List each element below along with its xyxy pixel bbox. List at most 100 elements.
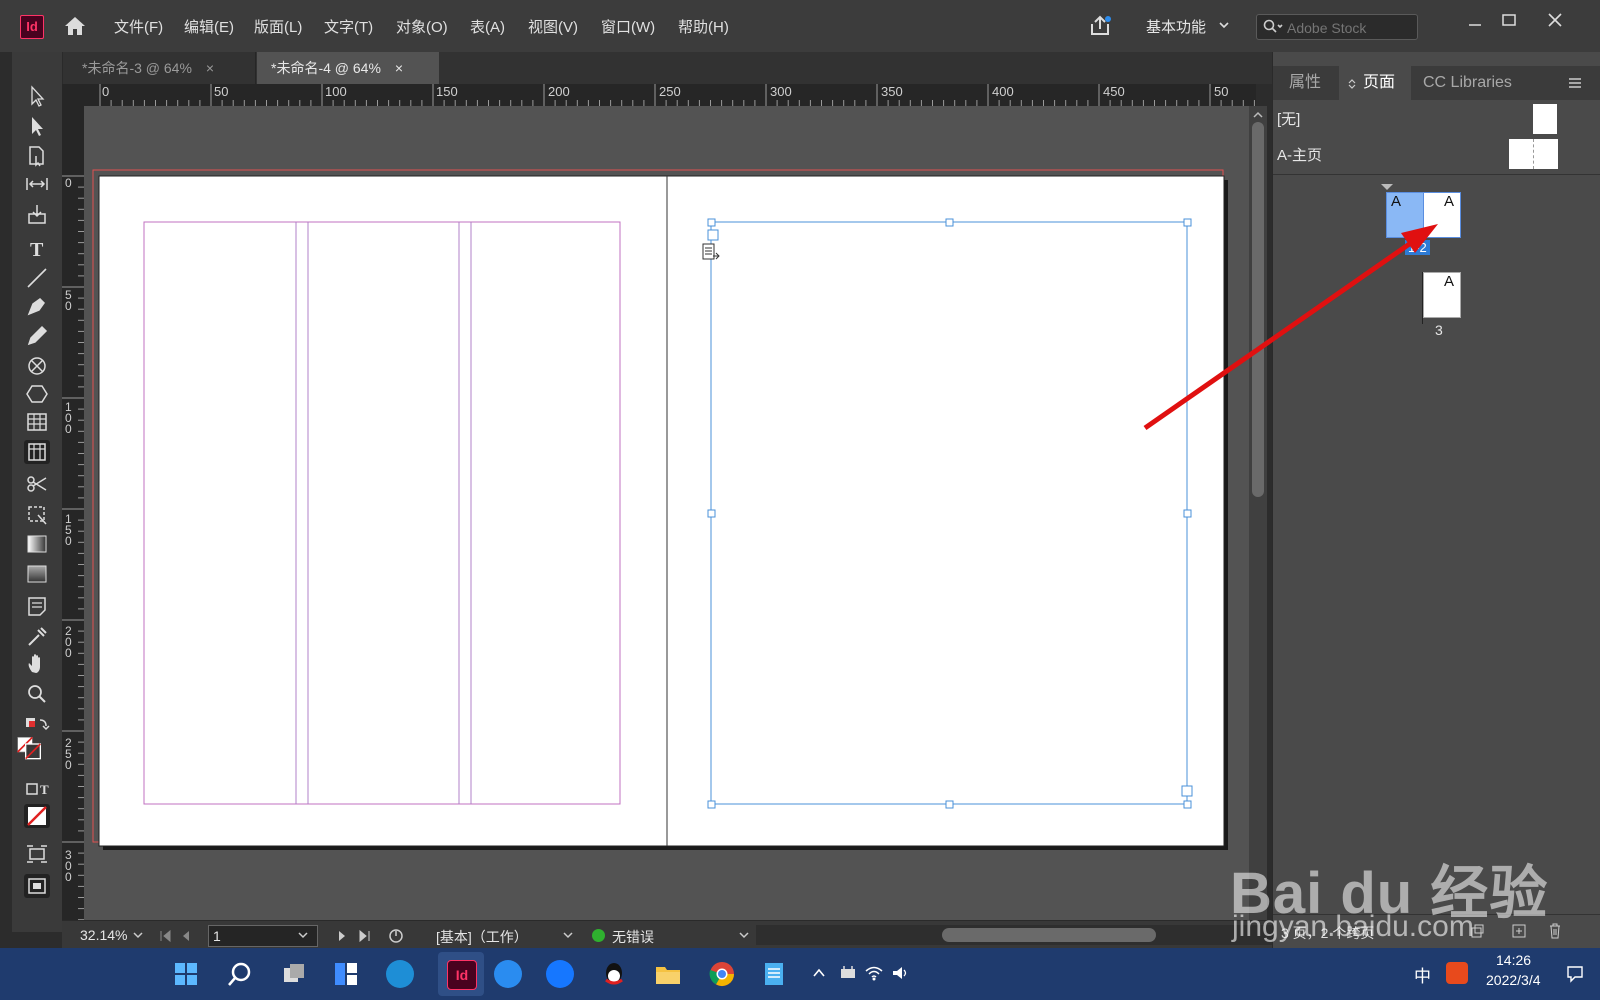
chevron-down-icon[interactable]	[738, 931, 750, 941]
menu-file[interactable]: 文件(F)	[114, 16, 163, 37]
gradient-swatch-tool-icon[interactable]	[24, 532, 50, 556]
menu-table[interactable]: 表(A)	[470, 16, 505, 37]
pasteboard[interactable]	[84, 106, 1249, 920]
tab-close-icon[interactable]: ×	[395, 60, 403, 76]
chevron-up-icon[interactable]	[812, 966, 826, 980]
scroll-thumb[interactable]	[942, 928, 1156, 942]
grid-tool-icon[interactable]	[24, 440, 50, 464]
last-page-icon[interactable]	[358, 929, 372, 943]
device-icon[interactable]	[838, 964, 858, 982]
chrome-icon[interactable]	[708, 960, 736, 988]
menu-object[interactable]: 对象(O)	[396, 16, 448, 37]
line-tool-icon[interactable]	[24, 266, 50, 290]
frame-grid-icon[interactable]	[24, 874, 50, 898]
selection-tool-icon[interactable]	[24, 84, 50, 108]
scissors-tool-icon[interactable]	[24, 472, 50, 496]
menu-type[interactable]: 文字(T)	[324, 16, 373, 37]
trash-icon[interactable]	[1547, 922, 1563, 940]
feishu-icon[interactable]	[494, 960, 522, 988]
rectangle-frame-tool-icon[interactable]	[24, 354, 50, 378]
wifi-icon[interactable]	[864, 964, 884, 982]
next-page-icon[interactable]	[336, 929, 348, 943]
page-1-thumb[interactable]: A	[1386, 192, 1424, 238]
menu-view[interactable]: 视图(V)	[528, 16, 578, 37]
clock-date[interactable]: 2022/3/4	[1486, 972, 1541, 988]
share-icon[interactable]	[1088, 14, 1112, 38]
menu-help[interactable]: 帮助(H)	[678, 16, 729, 37]
type-tool-icon[interactable]: T	[24, 236, 50, 261]
master-a-label[interactable]: A-主页	[1277, 144, 1322, 165]
vertical-ruler[interactable]: 0 5 0 1 0 0 1 5 0 2 0 0 2 5 0 3 0 0	[62, 106, 85, 920]
minimize-icon[interactable]	[1466, 14, 1484, 32]
chevron-down-icon[interactable]	[562, 931, 574, 941]
tab-document-4[interactable]: *未命名-4 @ 64% ×	[257, 52, 439, 84]
ruler-origin[interactable]	[62, 84, 84, 106]
ime-indicator[interactable]: 中	[1414, 962, 1431, 987]
pen-tool-icon[interactable]	[24, 294, 50, 318]
first-page-icon[interactable]	[158, 929, 172, 943]
home-icon[interactable]	[62, 14, 88, 38]
gradient-feather-tool-icon[interactable]	[24, 562, 50, 586]
sogou-ime-icon[interactable]	[1446, 962, 1468, 984]
zoom-tool-icon[interactable]	[24, 682, 50, 706]
fill-stroke-swatch[interactable]	[16, 736, 54, 772]
apply-none-icon[interactable]	[24, 804, 50, 828]
browser-icon[interactable]	[386, 960, 414, 988]
panel-menu-icon[interactable]	[1567, 76, 1583, 90]
widgets-icon[interactable]	[332, 960, 360, 988]
qq-icon[interactable]	[600, 960, 628, 988]
chevron-down-icon[interactable]	[132, 931, 144, 941]
workspace-switcher[interactable]: 基本功能	[1146, 16, 1206, 37]
master-a-thumb-right[interactable]	[1534, 139, 1558, 169]
file-explorer-icon[interactable]	[654, 960, 682, 988]
qq-browser-icon[interactable]	[546, 960, 574, 988]
page-3-thumb[interactable]: A	[1423, 272, 1461, 318]
close-icon[interactable]	[1546, 11, 1564, 29]
scroll-thumb[interactable]	[1252, 122, 1264, 497]
menu-edit[interactable]: 编辑(E)	[184, 16, 234, 37]
search-input[interactable]	[1285, 18, 1417, 38]
horizontal-scrollbar[interactable]	[756, 925, 1276, 945]
notepad-icon[interactable]	[760, 960, 788, 988]
notification-icon[interactable]	[1565, 964, 1585, 984]
zoom-level[interactable]: 32.14%	[80, 927, 127, 943]
format-container-icon[interactable]: T	[24, 778, 50, 798]
chevron-down-icon[interactable]	[1218, 18, 1230, 30]
page-number-field[interactable]: 1	[208, 925, 318, 947]
windows-start-icon[interactable]	[172, 960, 200, 988]
master-a-thumb-left[interactable]	[1509, 139, 1534, 169]
vertical-scrollbar[interactable]	[1249, 106, 1267, 920]
note-tool-icon[interactable]	[24, 594, 50, 618]
menu-layout[interactable]: 版面(L)	[254, 16, 302, 37]
volume-icon[interactable]	[890, 964, 910, 982]
stock-search[interactable]	[1256, 14, 1418, 40]
hand-tool-icon[interactable]	[24, 652, 50, 676]
pencil-tool-icon[interactable]	[24, 324, 50, 348]
swap-fill-stroke-icon[interactable]	[24, 714, 50, 734]
clock-time[interactable]: 14:26	[1496, 952, 1531, 968]
table-tool-icon[interactable]	[24, 410, 50, 434]
polygon-tool-icon[interactable]	[24, 382, 50, 406]
task-view-icon[interactable]	[280, 960, 308, 988]
indesign-taskbar-active[interactable]: Id	[438, 952, 484, 996]
page-tool-icon[interactable]	[24, 144, 50, 168]
content-collector-icon[interactable]	[24, 202, 50, 226]
prev-page-icon[interactable]	[180, 929, 192, 943]
tab-pages[interactable]: 页面	[1339, 66, 1411, 100]
chevron-down-icon[interactable]	[297, 931, 309, 941]
tab-properties[interactable]: 属性	[1289, 66, 1321, 100]
free-transform-tool-icon[interactable]	[24, 502, 50, 526]
tab-close-icon[interactable]: ×	[206, 60, 214, 76]
preflight-profile[interactable]: [基本]（工作）	[436, 927, 528, 947]
maximize-icon[interactable]	[1500, 12, 1518, 30]
eyedropper-tool-icon[interactable]	[24, 624, 50, 648]
master-none-thumb[interactable]	[1533, 104, 1557, 134]
menu-window[interactable]: 窗口(W)	[601, 16, 655, 37]
page-2-thumb[interactable]: A	[1423, 192, 1461, 238]
preflight-icon[interactable]	[388, 927, 406, 945]
search-icon[interactable]	[226, 960, 254, 988]
scroll-up-icon[interactable]	[1252, 108, 1264, 120]
master-none-label[interactable]: [无]	[1277, 108, 1300, 129]
tab-cc-libraries[interactable]: CC Libraries	[1423, 66, 1512, 100]
screen-mode-icon[interactable]	[24, 842, 50, 866]
